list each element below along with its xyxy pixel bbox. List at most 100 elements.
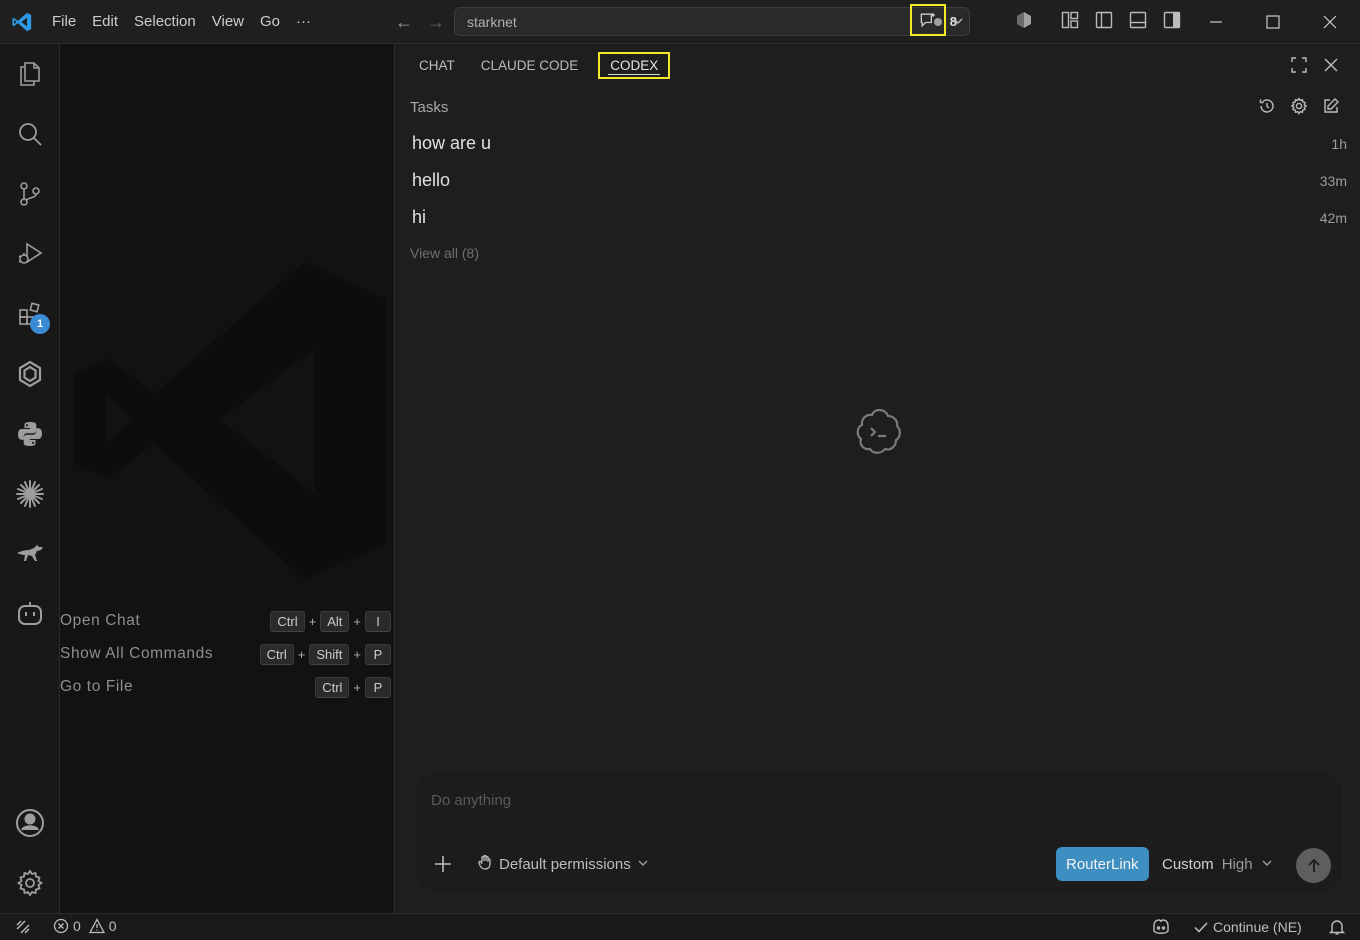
kangaroo-icon[interactable] (0, 526, 60, 582)
new-task-icon[interactable] (1322, 97, 1340, 120)
warning-count: 0 (108, 918, 117, 934)
close-window-button[interactable] (1301, 0, 1359, 44)
back-arrow-icon[interactable]: ← (395, 12, 413, 33)
task-item[interactable]: hello 33m (412, 170, 1347, 191)
search-icon[interactable] (0, 106, 60, 162)
chevron-down-icon (637, 856, 649, 873)
view-all-link[interactable]: View all (8) (410, 245, 479, 261)
customize-layout-icon[interactable] (1060, 10, 1080, 30)
effort-label: High (1221, 856, 1253, 873)
minimize-button[interactable] (1187, 0, 1245, 44)
menu-selection[interactable]: Selection (126, 0, 204, 44)
extensions-badge: 1 (30, 314, 50, 334)
menu-view[interactable]: View (204, 0, 252, 44)
tab-claude-code[interactable]: CLAUDE CODE (471, 52, 589, 79)
copilot-bot-icon[interactable] (0, 586, 60, 642)
menu-edit[interactable]: Edit (84, 0, 126, 44)
check-icon (1194, 922, 1208, 933)
task-item[interactable]: how are u 1h (412, 133, 1347, 154)
panel-actions (1290, 56, 1340, 79)
search-text: starknet (467, 13, 517, 30)
history-icon[interactable] (1258, 97, 1276, 120)
tasks-header: Tasks (410, 99, 449, 116)
send-button[interactable] (1296, 848, 1331, 883)
python-icon[interactable] (0, 406, 60, 462)
notifications-bell-icon[interactable] (1328, 918, 1346, 939)
shortcut-label: Open Chat (60, 612, 141, 629)
tasks-actions (1258, 97, 1340, 120)
problems-indicator[interactable]: 0 0 (53, 918, 117, 934)
settings-icon[interactable] (0, 855, 60, 911)
model-label: Custom (1162, 856, 1214, 873)
menu-go[interactable]: Go (252, 0, 288, 44)
vscode-logo-icon (0, 0, 44, 44)
permissions-label: Default permissions (499, 855, 631, 873)
sparkle-icon[interactable] (0, 466, 60, 522)
copilot-shield-icon[interactable] (1014, 10, 1034, 30)
chevron-down-icon (1261, 856, 1273, 873)
model-selector[interactable]: Custom High (1162, 856, 1273, 873)
menu-more[interactable]: ··· (288, 0, 319, 44)
key-alt: Alt (320, 610, 350, 632)
key-p: P (365, 676, 391, 698)
panel-tabs: CHAT CLAUDE CODE CODEX (409, 52, 671, 79)
toggle-secondary-sidebar-icon[interactable] (1162, 10, 1182, 30)
task-time: 33m (1319, 172, 1347, 189)
warning-icon (88, 918, 105, 934)
menu-bar: File Edit Selection View Go ··· (44, 0, 319, 44)
remote-indicator-icon[interactable] (14, 918, 32, 939)
source-control-icon[interactable] (0, 166, 60, 222)
forward-arrow-icon[interactable]: → (427, 12, 445, 33)
status-bar: 0 0 Continue (NE) (0, 913, 1360, 940)
shortcut-open-chat: Open Chat Ctrl + Alt + I (60, 608, 393, 634)
hexagon-extension-icon[interactable] (0, 346, 60, 402)
close-panel-icon[interactable] (1322, 56, 1340, 79)
maximize-button[interactable] (1244, 0, 1302, 44)
error-icon (53, 918, 69, 934)
task-time: 42m (1319, 209, 1347, 226)
key-ctrl: Ctrl (259, 643, 294, 665)
toggle-primary-sidebar-icon[interactable] (1094, 10, 1114, 30)
chat-toggle-button[interactable] (910, 4, 946, 36)
error-count: 0 (73, 918, 81, 934)
key-p: P (365, 643, 391, 665)
continue-label: Continue (NE) (1213, 919, 1302, 935)
explorer-icon[interactable] (0, 46, 60, 102)
vscode-watermark-icon (70, 254, 390, 589)
prompt-input[interactable] (431, 792, 1311, 809)
chat-dropdown-chevron-icon[interactable] (948, 8, 968, 34)
settings-gear-icon[interactable] (1290, 97, 1308, 120)
continue-status[interactable]: Continue (NE) (1193, 919, 1302, 935)
command-center-search[interactable]: starknet 8 (454, 7, 970, 36)
key-shift: Shift (309, 643, 350, 665)
permissions-dropdown[interactable]: Default permissions (477, 854, 649, 874)
maximize-panel-icon[interactable] (1290, 56, 1308, 79)
composer-box: Default permissions RouterLink Custom Hi… (415, 772, 1343, 892)
run-debug-icon[interactable] (0, 226, 60, 282)
title-bar: File Edit Selection View Go ··· ← → star… (0, 0, 1360, 44)
key-ctrl: Ctrl (315, 676, 350, 698)
add-context-button[interactable] (431, 852, 455, 876)
tab-chat[interactable]: CHAT (409, 52, 465, 79)
task-title: hi (412, 207, 427, 227)
account-icon[interactable] (0, 795, 60, 851)
layout-controls (1014, 10, 1182, 30)
tab-codex[interactable]: CODEX (598, 52, 671, 79)
task-time: 1h (1331, 135, 1347, 152)
shortcut-show-all-commands: Show All Commands Ctrl + Shift + P (60, 641, 393, 667)
copilot-status-icon[interactable] (1151, 917, 1171, 940)
toggle-panel-icon[interactable] (1128, 10, 1148, 30)
editor-area: Open Chat Ctrl + Alt + I Show All Commands… (60, 44, 393, 913)
shortcut-go-to-file: Go to File Ctrl + P (60, 674, 393, 700)
activity-bar: 1 (0, 44, 60, 913)
key-i: I (365, 610, 391, 632)
task-item[interactable]: hi 42m (412, 207, 1347, 228)
hand-icon (477, 854, 493, 874)
routerlink-button[interactable]: RouterLink (1056, 847, 1149, 881)
menu-file[interactable]: File (44, 0, 84, 44)
shortcut-label: Show All Commands (60, 645, 214, 662)
task-title: hello (412, 170, 451, 190)
codex-panel: CHAT CLAUDE CODE CODEX Tasks how are u 1… (394, 44, 1360, 913)
extensions-icon[interactable]: 1 (0, 286, 60, 342)
key-ctrl: Ctrl (270, 610, 305, 632)
